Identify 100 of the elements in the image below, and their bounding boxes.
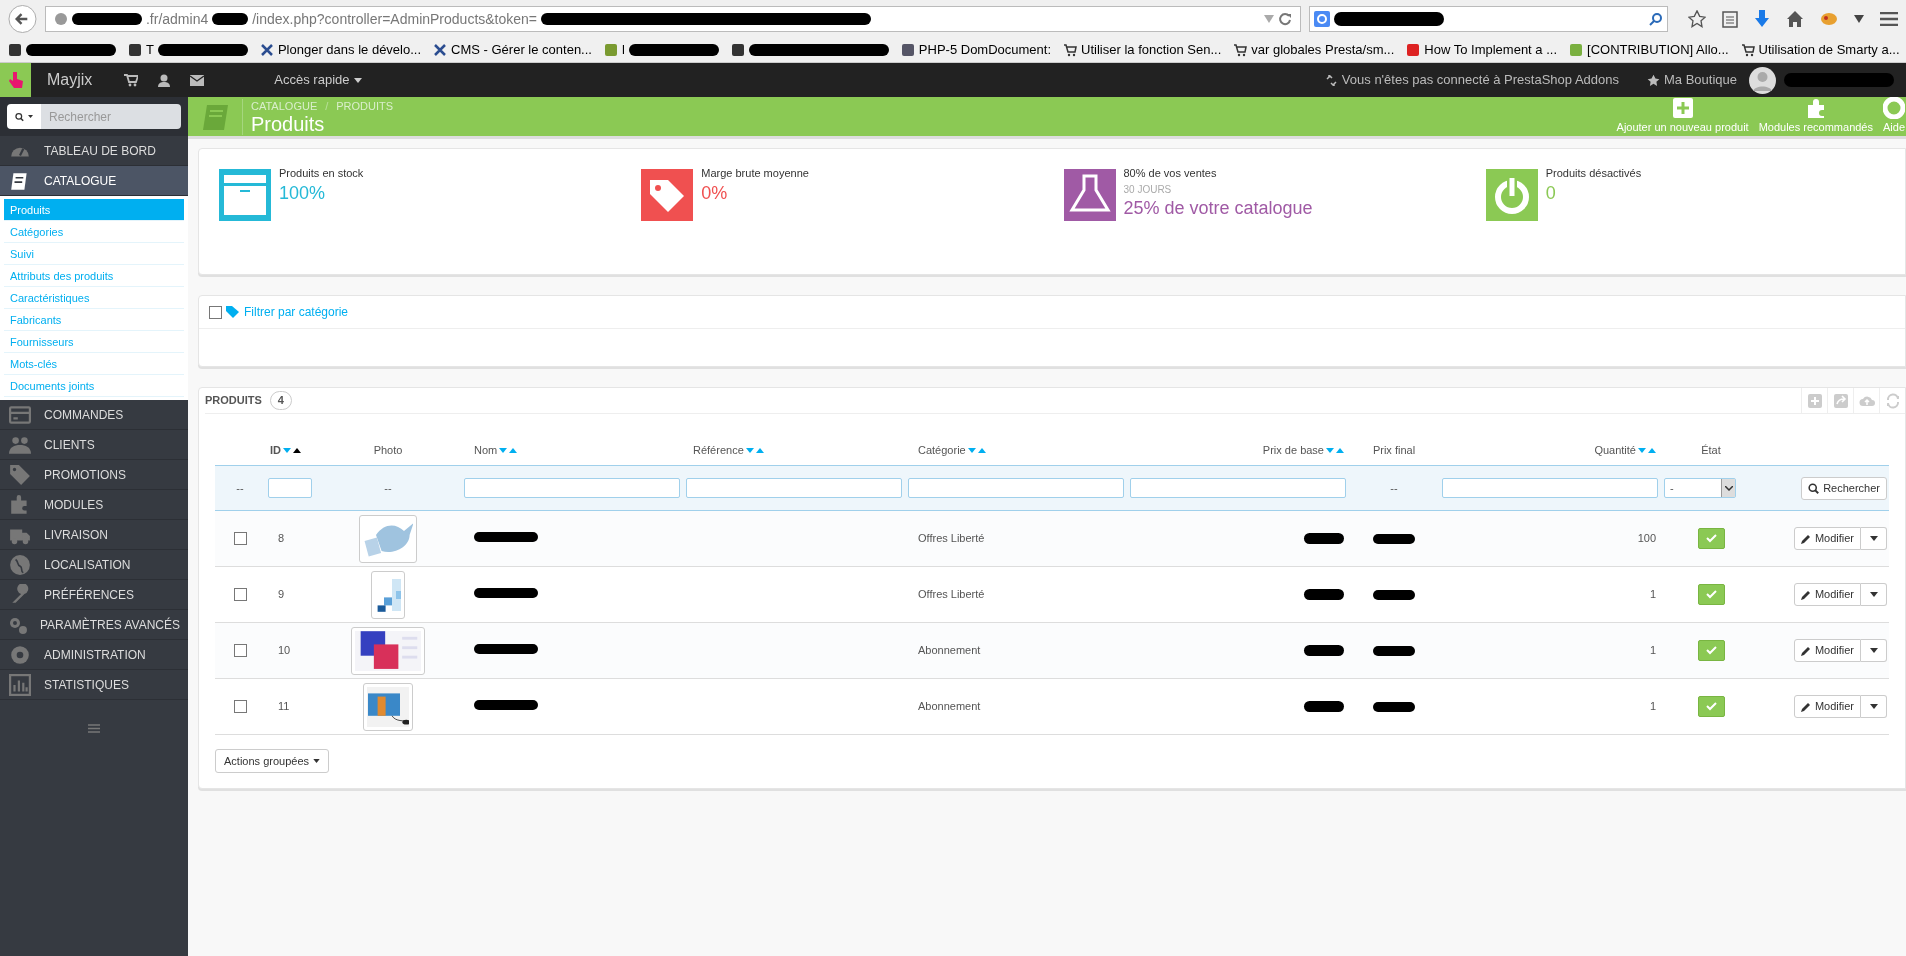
edit-button[interactable]: Modifier [1793,583,1861,606]
google-icon[interactable] [1313,11,1330,27]
bookmark[interactable]: var globales Presta/sm... [1233,40,1395,60]
filter-input[interactable] [464,478,680,498]
sidebar-item[interactable]: MODULES [0,490,188,520]
sidebar-item[interactable]: LIVRAISON [0,520,188,550]
edit-button[interactable]: Modifier [1793,527,1861,550]
state-select[interactable]: - [1664,478,1736,498]
filter-input[interactable] [686,478,902,498]
redaction-mark [1373,701,1415,712]
sidebar-item[interactable]: LOCALISATION [0,550,188,580]
column-header[interactable]: Prix de base [1262,442,1344,459]
search-icon[interactable] [15,110,24,123]
breadcrumb-separator: / [325,98,329,113]
user-icon[interactable] [158,73,171,87]
sidebar-item[interactable]: COMMANDES [0,400,188,430]
status-toggle[interactable] [1697,584,1725,605]
bookmark[interactable]: l [603,40,719,60]
dropdown-button[interactable] [1861,527,1887,550]
column-header[interactable]: Quantité [1594,442,1656,459]
column-header[interactable]: ID [270,442,301,459]
edit-button[interactable]: Modifier [1793,639,1861,662]
star-icon[interactable] [1688,10,1706,28]
bookmark[interactable]: Utilisation de Smarty a... [1740,40,1900,60]
bookmark[interactable]: CMS - Gérer le conten... [433,40,592,60]
bookmark[interactable]: [CONTRIBUTION] Allo... [1569,40,1729,60]
menu-icon[interactable] [1880,12,1898,26]
collapse-icon[interactable] [88,724,100,733]
avatar-icon[interactable] [1749,66,1776,94]
sort-desc-icon[interactable] [967,448,976,453]
filter-input[interactable] [1442,478,1658,498]
dropdown-button[interactable] [1861,639,1887,662]
edit-button[interactable]: Modifier [1793,695,1861,718]
bookmark[interactable]: How To Implement a ... [1406,40,1558,60]
filter-input[interactable] [1130,478,1346,498]
reload-icon[interactable] [1277,12,1292,26]
logo[interactable] [0,63,31,97]
quick-access-menu[interactable]: Accès rapide [274,70,362,90]
bookmark[interactable]: T [128,40,248,60]
checkbox[interactable] [209,305,222,319]
sidebar-item[interactable]: PROMOTIONS [0,460,188,490]
bookmark-icon [1406,43,1421,57]
checkbox[interactable] [233,700,247,713]
checkbox[interactable] [233,644,247,657]
mail-icon[interactable] [190,74,205,86]
column-header[interactable]: Catégorie [918,442,986,459]
column-header[interactable]: Prix final [1372,442,1416,459]
caret-icon[interactable] [27,114,33,119]
search-field[interactable] [1308,6,1668,32]
caret-icon [1869,536,1878,541]
sort-desc-icon[interactable] [1638,448,1646,453]
dropdown-button[interactable] [1861,583,1887,606]
back-icon[interactable] [8,4,37,34]
bulk-actions-button[interactable]: Actions groupées [215,749,329,773]
address-bar[interactable]: .fr/admin4 /index.php?controller=AdminProducts&token= [44,6,1301,32]
check-icon [1705,646,1717,655]
dropdown-button[interactable] [1861,695,1887,718]
sidebar-item[interactable]: PRÉFÉRENCES [0,580,188,610]
sidebar-item[interactable]: CATALOGUE [0,166,188,196]
pencil-icon [1800,701,1811,712]
home-icon[interactable] [1786,10,1804,28]
tags-icon [226,306,240,318]
column-header[interactable]: Photo [373,442,403,459]
filter-input[interactable] [908,478,1124,498]
filter-input[interactable] [268,478,312,498]
addons-link[interactable]: Vous n'êtes pas connecté à PrestaShop Addons [1324,70,1619,90]
sort-desc-icon[interactable] [745,448,754,453]
bookmark[interactable] [8,43,116,57]
column-header[interactable]: État [1701,442,1721,459]
bookmark[interactable]: PHP-5 DomDocument: [900,40,1052,60]
redaction-mark [1373,533,1415,544]
shop-name[interactable]: Mayjix [47,68,93,92]
status-toggle[interactable] [1697,696,1725,717]
kpi-label: 80% de vos ventes [1123,166,1218,181]
bug-icon[interactable] [1820,11,1838,27]
status-toggle[interactable] [1697,640,1725,661]
sidebar-item[interactable]: STATISTIQUES [0,670,188,700]
checkbox[interactable] [233,532,247,545]
column-header[interactable]: Nom [474,442,518,459]
dropdown-icon[interactable] [1854,15,1864,23]
bookmark[interactable]: Utiliser la fonction Sen... [1063,40,1222,60]
checkbox[interactable] [233,588,247,601]
bookmark[interactable]: Plonger dans le dévelo... [259,40,422,60]
status-toggle[interactable] [1697,528,1725,549]
bookmark[interactable] [730,43,889,57]
sort-asc-icon[interactable] [293,448,301,453]
column-header[interactable]: Référence [693,442,764,459]
sidebar-item[interactable]: CLIENTS [0,430,188,460]
sort-desc-icon[interactable] [1326,448,1334,453]
pencil-icon [1800,533,1811,544]
sidebar-item[interactable]: PARAMÈTRES AVANCÉS [0,610,188,640]
bookmark-icon [900,43,915,57]
search-button[interactable]: Rechercher [1801,476,1887,500]
sidebar-item[interactable]: ADMINISTRATION [0,640,188,670]
download-icon[interactable] [1754,10,1770,28]
my-shop-link[interactable]: Ma Boutique [1647,70,1737,90]
clipboard-icon[interactable] [1722,10,1738,28]
sort-desc-icon[interactable] [499,448,508,453]
search-icon[interactable] [1649,12,1663,26]
cart-icon[interactable] [124,73,139,87]
